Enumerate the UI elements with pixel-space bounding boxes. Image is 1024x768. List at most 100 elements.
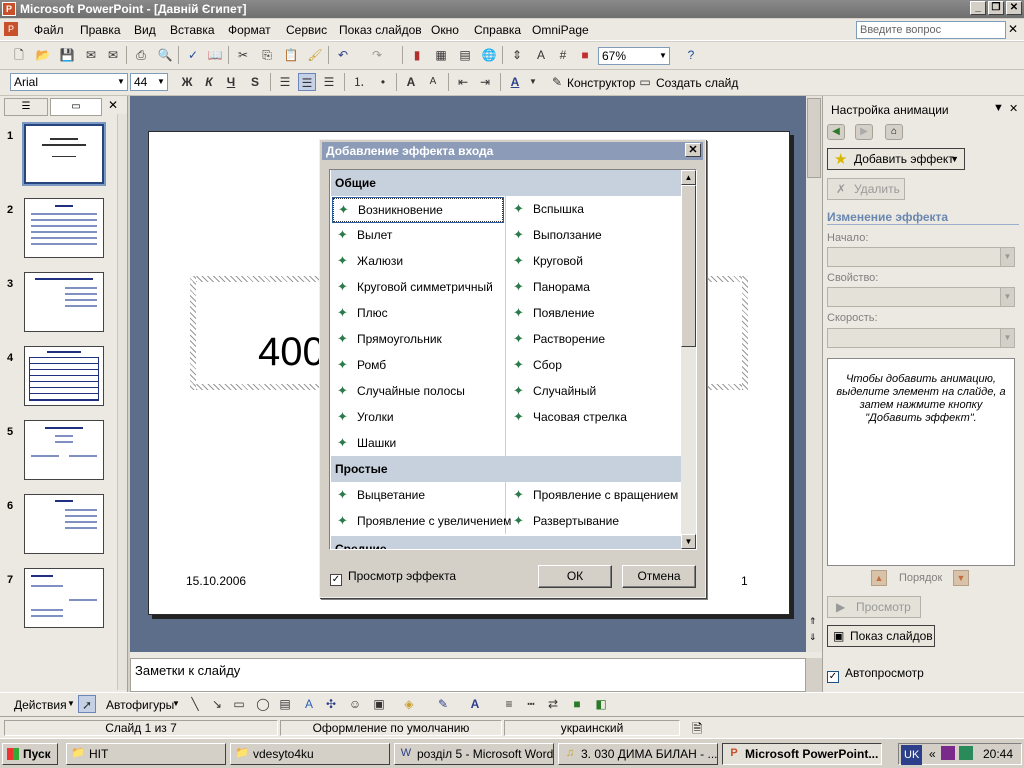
effect-item[interactable]: ✦ Шашки xyxy=(333,432,396,456)
close-button[interactable]: ✕ xyxy=(1006,1,1022,15)
animation-list[interactable]: Чтобы добавить анимацию, выделите элемен… xyxy=(827,358,1015,566)
close-icon[interactable]: ✕ xyxy=(1009,102,1018,115)
align-left-icon[interactable]: ☰ xyxy=(276,73,294,91)
start-select[interactable]: ▼ xyxy=(827,247,1015,267)
close-document-icon[interactable]: ✕ xyxy=(1008,22,1018,36)
arrow-style-icon[interactable]: ⇄ xyxy=(544,695,562,713)
tray-app-icon[interactable] xyxy=(941,746,955,760)
print-icon[interactable]: ⎙ xyxy=(132,46,150,64)
effects-list-scrollbar[interactable]: ▲ ▼ xyxy=(681,170,696,549)
show-grid-icon[interactable]: # xyxy=(554,46,572,64)
decrease-font-icon[interactable]: A xyxy=(424,73,442,91)
menu-omnipage[interactable]: OmniPage xyxy=(532,23,589,37)
move-up-icon[interactable]: ▲ xyxy=(871,570,887,586)
effect-item[interactable]: ✦ Уголки xyxy=(333,406,394,430)
restore-button[interactable]: ❐ xyxy=(988,1,1004,15)
slide-thumbnail[interactable] xyxy=(24,568,104,628)
diagram-icon[interactable]: ✣ xyxy=(322,695,340,713)
tray-expand-icon[interactable]: « xyxy=(929,744,936,764)
effect-item[interactable]: ✦ Проявление с вращением xyxy=(509,484,678,508)
effect-item[interactable]: ✦ Прямоугольник xyxy=(333,328,442,352)
scroll-up-icon[interactable]: ▲ xyxy=(681,170,696,185)
effect-item[interactable]: ✦ Случайный xyxy=(509,380,596,404)
effect-item[interactable]: ✦ Круговой симметричный xyxy=(333,276,493,300)
tray-network-icon[interactable] xyxy=(959,746,973,760)
underline-button[interactable]: Ч xyxy=(222,73,240,91)
new-document-icon[interactable]: 🗋 xyxy=(10,46,28,64)
taskbar-item[interactable]: 📁 HIT xyxy=(66,743,226,765)
effect-item[interactable]: ✦ Часовая стрелка xyxy=(509,406,627,430)
scroll-down-icon[interactable]: ▼ xyxy=(681,534,696,549)
effect-item[interactable]: ✦ Появление xyxy=(509,302,595,326)
slide-thumbnail[interactable] xyxy=(22,122,106,186)
font-combo[interactable]: Arial ▼ xyxy=(10,73,128,91)
menu-view[interactable]: Вид xyxy=(134,23,156,37)
effect-item[interactable]: ✦ Панорама xyxy=(509,276,590,300)
color-grayscale-icon[interactable]: ■ xyxy=(576,46,594,64)
preview-button[interactable]: ▶ Просмотр xyxy=(827,596,921,618)
slide-thumbnail[interactable] xyxy=(24,420,104,480)
close-pane-icon[interactable]: ✕ xyxy=(108,98,118,112)
chevron-down-icon[interactable]: ▼ xyxy=(67,699,75,708)
delete-effect-button[interactable]: ✗ Удалить xyxy=(827,178,905,200)
insert-table-icon[interactable]: ▦ xyxy=(432,46,450,64)
decrease-indent-icon[interactable]: ⇤ xyxy=(454,73,472,91)
effect-item[interactable]: ✦ Сбор xyxy=(509,354,562,378)
effect-item[interactable]: ✦ Растворение xyxy=(509,328,605,352)
effect-item[interactable]: ✦ Вылет xyxy=(333,224,392,248)
slides-pane-scrollbar[interactable] xyxy=(117,114,127,690)
chevron-down-icon[interactable]: ▼ xyxy=(172,699,180,708)
minimize-button[interactable]: _ xyxy=(970,1,986,15)
taskbar-item-active[interactable]: P Microsoft PowerPoint... xyxy=(722,743,882,765)
redo-icon[interactable]: ↷ xyxy=(368,46,386,64)
menu-window[interactable]: Окно xyxy=(431,23,459,37)
undo-icon[interactable]: ↶ xyxy=(334,46,352,64)
textbox-icon[interactable]: ▤ xyxy=(276,695,294,713)
menu-slideshow[interactable]: Показ слайдов xyxy=(339,23,422,37)
speed-select[interactable]: ▼ xyxy=(827,328,1015,348)
line-icon[interactable]: ╲ xyxy=(186,695,204,713)
align-center-icon[interactable]: ☰ xyxy=(298,73,316,91)
paste-icon[interactable]: 📋 xyxy=(282,46,300,64)
prev-slide-icon[interactable]: ⇑ xyxy=(809,616,817,627)
designer-button[interactable]: Конструктор xyxy=(567,76,635,90)
chevron-down-icon[interactable]: ▼ xyxy=(993,102,1004,114)
permission-icon[interactable]: ✉ xyxy=(82,46,100,64)
print-preview-icon[interactable]: 🔍 xyxy=(156,46,174,64)
save-icon[interactable]: 💾 xyxy=(58,46,76,64)
effect-item[interactable]: ✦ Случайные полосы xyxy=(333,380,465,404)
document-icon[interactable]: P xyxy=(4,22,18,36)
slide-vertical-scrollbar[interactable]: ⇑ ⇓ xyxy=(806,96,822,652)
effect-item[interactable]: ✦ Выползание xyxy=(509,224,602,248)
effect-item[interactable]: ✦ Плюс xyxy=(333,302,388,326)
slide-thumbnail[interactable] xyxy=(24,346,104,406)
next-slide-icon[interactable]: ⇓ xyxy=(809,632,817,643)
spelling-icon[interactable]: ✓ xyxy=(184,46,202,64)
italic-button[interactable]: К xyxy=(200,73,218,91)
research-icon[interactable]: 📖 xyxy=(206,46,224,64)
taskbar-item[interactable]: Wрозділ 5 - Microsoft Word xyxy=(394,743,554,765)
slide-title-text[interactable]: 400 xyxy=(258,330,325,375)
arrow-icon[interactable]: ↘ xyxy=(208,695,226,713)
new-slide-button[interactable]: Создать слайд xyxy=(656,76,738,90)
preview-effect-checkbox[interactable]: ✓ Просмотр эффекта xyxy=(330,569,456,586)
slide-thumbnail[interactable] xyxy=(24,272,104,332)
numbering-icon[interactable]: ⒈ xyxy=(350,73,368,91)
dialog-close-button[interactable]: ✕ xyxy=(685,143,701,157)
effect-item[interactable]: ✦ Развертывание xyxy=(509,510,619,534)
scroll-thumb[interactable] xyxy=(807,98,821,178)
wordart-icon[interactable]: A xyxy=(300,695,318,713)
line-color-icon[interactable]: ✎ xyxy=(434,695,452,713)
effects-list[interactable]: Общие ✦ Возникновение ✦ Вылет ✦ Жалюзи ✦ Кру… xyxy=(329,169,697,550)
menu-file[interactable]: Файл xyxy=(34,23,64,37)
menu-help[interactable]: Справка xyxy=(474,23,521,37)
zoom-combo[interactable]: 67% ▼ xyxy=(598,47,670,65)
cancel-button[interactable]: Отмена xyxy=(622,565,696,588)
copy-icon[interactable]: ⎘ xyxy=(258,46,276,64)
language-indicator[interactable]: UK xyxy=(901,745,923,765)
oval-icon[interactable]: ◯ xyxy=(254,695,272,713)
autopreview-checkbox[interactable]: ✓ Автопросмотр xyxy=(827,666,924,683)
slideshow-button[interactable]: ▣ Показ слайдов xyxy=(827,625,935,647)
chevron-down-icon[interactable]: ▼ xyxy=(155,74,167,90)
menu-format[interactable]: Формат xyxy=(228,23,271,37)
